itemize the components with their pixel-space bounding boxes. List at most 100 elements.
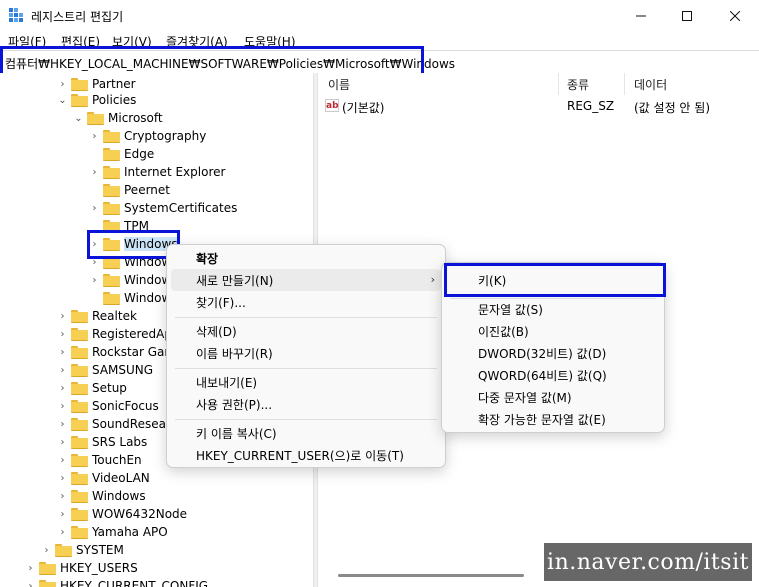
- tree-item[interactable]: › SAMSUNG: [56, 361, 154, 379]
- folder-icon: [87, 111, 104, 125]
- column-divider[interactable]: [558, 73, 559, 95]
- menu-delete[interactable]: 삭제(D): [171, 320, 441, 342]
- context-menu: 확장 새로 만들기(N) › 찾기(F)... 삭제(D) 이름 바꾸기(R) …: [166, 244, 446, 468]
- column-header-type[interactable]: 종류: [567, 76, 589, 93]
- tree-item[interactable]: › TouchEn: [56, 451, 142, 469]
- tree-item[interactable]: › Realtek: [56, 307, 137, 325]
- folder-icon: [103, 183, 120, 197]
- folder-icon: [71, 309, 88, 323]
- expand-icon[interactable]: ›: [88, 127, 101, 145]
- expand-icon[interactable]: ›: [56, 433, 69, 451]
- string-value-icon: ab: [325, 99, 339, 112]
- menu-rename[interactable]: 이름 바꾸기(R): [171, 342, 441, 364]
- submenu-expandable-string-value[interactable]: 확장 가능한 문자열 값(E): [446, 408, 660, 430]
- expand-icon[interactable]: ›: [88, 199, 101, 217]
- menu-export[interactable]: 내보내기(E): [171, 371, 441, 393]
- expand-icon[interactable]: ›: [40, 541, 53, 559]
- tree-item[interactable]: Edge: [88, 145, 154, 163]
- submenu-binary-value[interactable]: 이진값(B): [446, 320, 660, 342]
- tree-item[interactable]: › Rockstar Gam: [56, 343, 177, 361]
- tree-item[interactable]: › HKEY_CURRENT_CONFIG: [24, 577, 208, 587]
- menu-new[interactable]: 새로 만들기(N) ›: [171, 269, 441, 291]
- folder-icon: [71, 417, 88, 431]
- folder-icon: [103, 129, 120, 143]
- tree-item[interactable]: › RegisteredApp: [56, 325, 180, 343]
- expand-icon[interactable]: ›: [24, 577, 37, 587]
- tree-item[interactable]: › SystemCertificates: [88, 199, 238, 217]
- tree-item[interactable]: › SonicFocus: [56, 397, 159, 415]
- maximize-button[interactable]: [664, 0, 710, 32]
- tree-item[interactable]: › SRS Labs: [56, 433, 148, 451]
- menu-goto-hkcu[interactable]: HKEY_CURRENT_USER(으)로 이동(T): [171, 444, 441, 466]
- menu-new-label: 새로 만들기(N): [196, 273, 274, 288]
- collapse-icon[interactable]: ⌄: [56, 91, 69, 109]
- tree-item-selected[interactable]: › Windows: [88, 235, 178, 253]
- submenu-qword-value[interactable]: QWORD(64비트) 값(Q): [446, 364, 660, 386]
- menu-edit[interactable]: 편집(E): [61, 33, 100, 50]
- tree-item[interactable]: › Windows: [56, 487, 146, 505]
- tree-item[interactable]: › SYSTEM: [40, 541, 124, 559]
- expand-icon[interactable]: ›: [56, 397, 69, 415]
- folder-icon: [71, 489, 88, 503]
- tree-item[interactable]: › Internet Explorer: [88, 163, 226, 181]
- address-bar[interactable]: 컴퓨터₩HKEY_LOCAL_MACHINE₩SOFTWARE₩Policies…: [0, 50, 759, 74]
- menu-file[interactable]: 파일(F): [8, 33, 46, 50]
- expand-icon[interactable]: ›: [56, 415, 69, 433]
- tree-item[interactable]: › HKEY_USERS: [24, 559, 138, 577]
- submenu-dword-value[interactable]: DWORD(32비트) 값(D): [446, 342, 660, 364]
- expand-icon[interactable]: ›: [88, 253, 101, 271]
- expand-icon[interactable]: ›: [56, 325, 69, 343]
- submenu-key[interactable]: 키(K): [446, 269, 660, 291]
- expand-icon[interactable]: ›: [56, 361, 69, 379]
- column-header-name[interactable]: 이름: [328, 76, 350, 93]
- watermark: in.naver.com/itsit: [544, 543, 752, 581]
- menu-permissions[interactable]: 사용 권한(P)...: [171, 393, 441, 415]
- expand-icon[interactable]: ›: [56, 487, 69, 505]
- tree-item[interactable]: TPM: [88, 217, 149, 235]
- column-divider[interactable]: [624, 73, 625, 95]
- tree-item[interactable]: › Window: [88, 253, 172, 271]
- close-button[interactable]: [712, 0, 758, 32]
- column-header-data[interactable]: 데이터: [634, 76, 667, 93]
- expand-icon[interactable]: ›: [56, 523, 69, 541]
- expand-icon[interactable]: ›: [56, 469, 69, 487]
- expand-icon[interactable]: ›: [56, 451, 69, 469]
- address-path[interactable]: 컴퓨터₩HKEY_LOCAL_MACHINE₩SOFTWARE₩Policies…: [5, 55, 455, 72]
- submenu-string-value[interactable]: 문자열 값(S): [446, 298, 660, 320]
- menu-copy-key-name[interactable]: 키 이름 복사(C): [171, 422, 441, 444]
- tree-item[interactable]: › Yamaha APO: [56, 523, 168, 541]
- value-data: (값 설정 안 됨): [634, 101, 711, 115]
- menu-favorites[interactable]: 즐겨찾기(A): [166, 33, 228, 50]
- folder-icon: [71, 327, 88, 341]
- horizontal-scrollbar[interactable]: [338, 574, 524, 577]
- tree-item[interactable]: › SoundResearc: [56, 415, 178, 433]
- tree-item[interactable]: › VideoLAN: [56, 469, 150, 487]
- expand-icon[interactable]: ›: [56, 379, 69, 397]
- expand-icon[interactable]: ›: [88, 235, 101, 253]
- menu-help[interactable]: 도움말(H): [244, 33, 296, 50]
- expand-icon[interactable]: ›: [56, 505, 69, 523]
- menu-bar: 파일(F) 편집(E) 보기(V) 즐겨찾기(A) 도움말(H): [0, 32, 759, 50]
- expand-icon[interactable]: ›: [56, 307, 69, 325]
- expand-icon[interactable]: ›: [56, 343, 69, 361]
- tree-item[interactable]: › Setup: [56, 379, 127, 397]
- menu-find[interactable]: 찾기(F)...: [171, 291, 441, 313]
- tree-item[interactable]: › WOW6432Node: [56, 505, 188, 523]
- tree-item[interactable]: ⌄ Policies: [56, 91, 136, 109]
- tree-item[interactable]: › Cryptography: [88, 127, 207, 145]
- menu-expand[interactable]: 확장: [171, 247, 441, 269]
- expand-icon[interactable]: ›: [24, 559, 37, 577]
- value-row[interactable]: ab (기본값) REG_SZ (값 설정 안 됨): [318, 97, 759, 115]
- submenu-multi-string-value[interactable]: 다중 문자열 값(M): [446, 386, 660, 408]
- minimize-button[interactable]: [618, 0, 664, 32]
- menu-view[interactable]: 보기(V): [112, 33, 152, 50]
- tree-item[interactable]: Peernet: [88, 181, 170, 199]
- tree-item[interactable]: ⌄ Microsoft: [72, 109, 162, 127]
- expand-icon[interactable]: ›: [88, 271, 101, 289]
- folder-icon: [71, 435, 88, 449]
- tree-item[interactable]: › Window: [88, 271, 172, 289]
- expand-icon[interactable]: ›: [88, 163, 101, 181]
- tree-item[interactable]: Window: [88, 289, 171, 307]
- folder-icon: [103, 147, 120, 161]
- collapse-icon[interactable]: ⌄: [72, 109, 85, 127]
